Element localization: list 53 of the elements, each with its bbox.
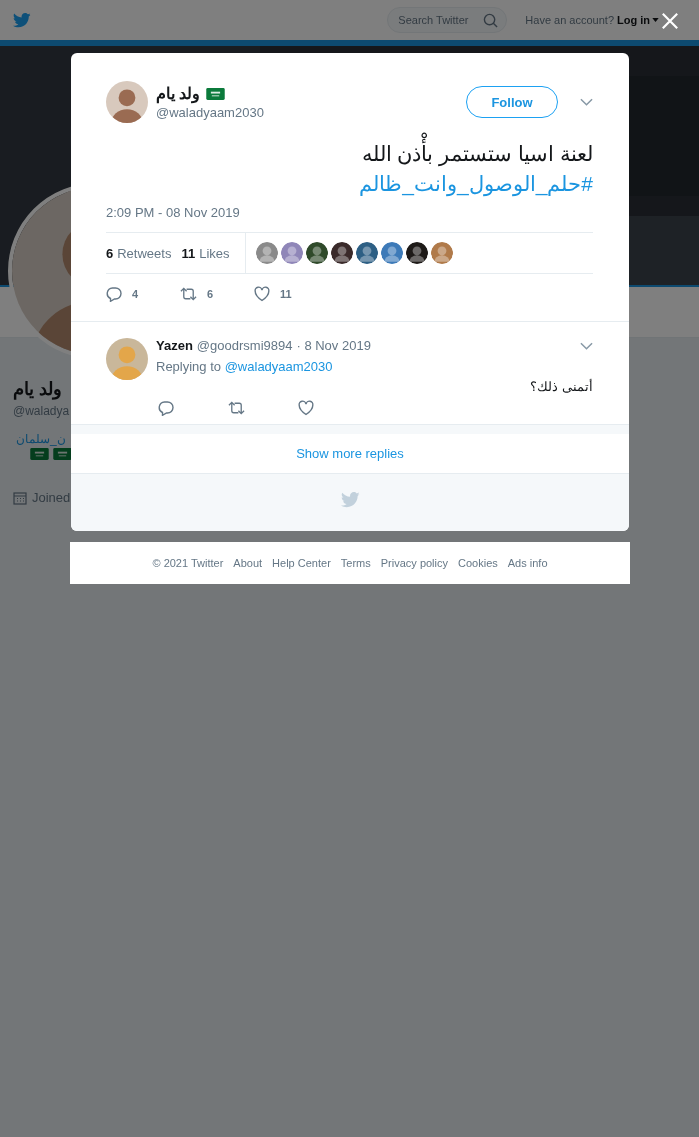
liker-avatar[interactable] [355, 242, 378, 264]
footer-link[interactable]: Ads info [507, 557, 548, 569]
mention-link[interactable]: @waladyaam2030 [224, 359, 333, 374]
account-prompt: Have an account? [525, 14, 614, 26]
footer-link[interactable]: Privacy policy [380, 557, 448, 569]
stat-count[interactable]: 11 [181, 245, 196, 261]
flag-icon [206, 87, 226, 100]
search-icon[interactable] [483, 13, 499, 28]
user-handle[interactable]: @goodrsmi9894 [196, 338, 293, 353]
tweet-timestamp: 2:09 PM - 08 Nov 2019 [106, 205, 241, 220]
user-handle[interactable]: @waladyaam2030 [156, 105, 264, 120]
retweet-icon[interactable] [228, 400, 245, 416]
user-name[interactable]: ولد يام [156, 84, 201, 103]
avatar[interactable] [106, 81, 148, 123]
replying-label: Replying to [156, 359, 222, 374]
reply-icon[interactable] [158, 400, 174, 416]
footer-link[interactable]: About [233, 557, 263, 569]
bird-logo-icon [13, 12, 31, 28]
heart-icon[interactable] [298, 400, 314, 416]
action-count: 6 [207, 288, 214, 300]
chevron-down-icon[interactable] [580, 98, 593, 106]
search-field[interactable]: Search Twitter [387, 7, 508, 33]
stat-count[interactable]: 6 [106, 245, 114, 261]
login-link[interactable]: Log in [617, 14, 650, 26]
calendar-icon [13, 490, 27, 505]
footer-link[interactable]: Cookies [458, 557, 498, 569]
footer-link[interactable]: Terms [340, 557, 371, 569]
stat-label[interactable]: Likes [199, 245, 230, 261]
retweet-icon[interactable] [180, 286, 197, 302]
liker-avatar[interactable] [405, 242, 428, 264]
action-count: 11 [280, 288, 292, 300]
follow-button[interactable]: Follow [466, 86, 558, 118]
flag-icon [53, 448, 72, 460]
reply-icon[interactable] [106, 286, 122, 302]
tweet-date[interactable]: · 8 Nov 2019 [296, 338, 371, 353]
chevron-down-icon[interactable] [580, 341, 593, 350]
profile-name: ولد يام [13, 378, 62, 400]
reply-text: أتمنى ذلك؟ [529, 379, 593, 394]
profile-handle: @waladya [13, 404, 70, 418]
caret-icon[interactable] [652, 18, 659, 22]
joined-date: Joined [32, 490, 71, 505]
heart-icon[interactable] [254, 286, 270, 302]
user-name[interactable]: Yazen [156, 338, 193, 353]
liker-avatar[interactable] [330, 242, 353, 264]
liker-avatar[interactable] [305, 242, 328, 264]
copyright-link[interactable]: © 2021 Twitter [152, 557, 224, 569]
action-count: 4 [132, 288, 139, 300]
flag-icon [30, 448, 49, 460]
footer-link[interactable]: Help Center [272, 557, 331, 569]
stat-label[interactable]: Retweets [117, 245, 172, 261]
close-icon[interactable] [661, 12, 679, 30]
bird-logo-icon [340, 491, 360, 508]
hashtag-link[interactable]: #حلم_الوصول_وانت_ظالم [359, 169, 593, 199]
